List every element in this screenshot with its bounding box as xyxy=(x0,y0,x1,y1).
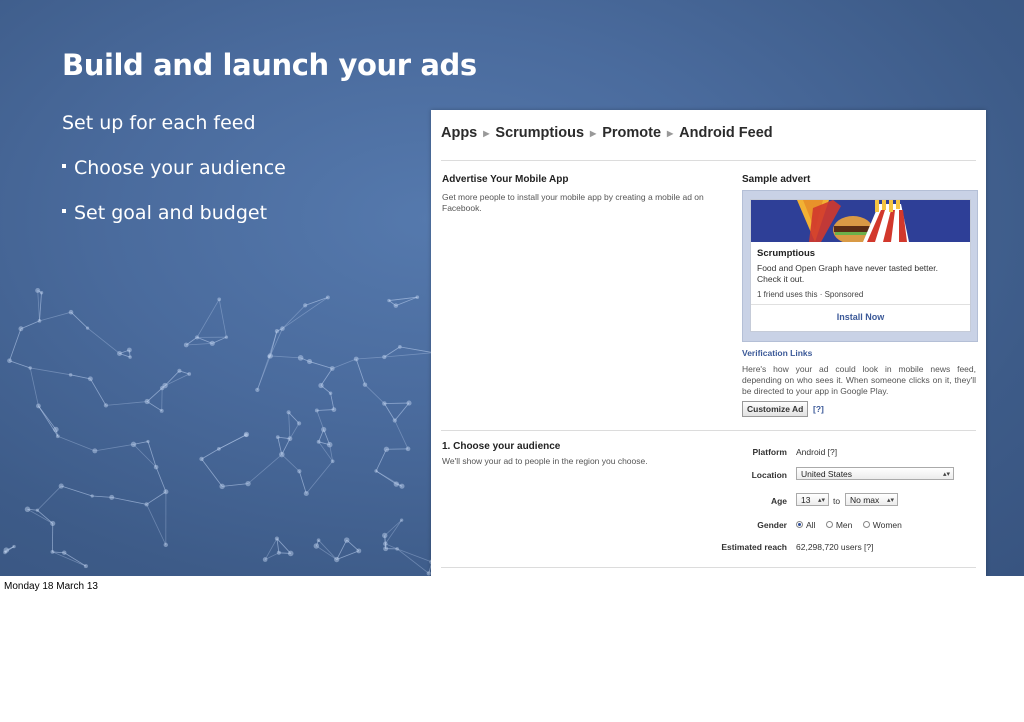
age-min-select[interactable]: 13 ▴▾ xyxy=(796,493,829,506)
estimated-reach-value: 62,298,720 users [?] xyxy=(796,542,874,552)
help-link[interactable]: [?] xyxy=(813,404,824,414)
platform-label: Platform xyxy=(752,447,787,457)
gender-option-women[interactable]: Women xyxy=(862,520,902,530)
select-arrows-icon: ▴▾ xyxy=(886,497,894,504)
ad-preview-card: Scrumptious Food and Open Graph have nev… xyxy=(750,199,971,332)
radio-icon xyxy=(825,521,833,529)
slide-subtitle: Set up for each feed xyxy=(62,112,256,134)
breadcrumb-scrumptious[interactable]: Scrumptious xyxy=(495,125,584,141)
slide-footer-date: Monday 18 March 13 xyxy=(4,581,98,592)
advertise-heading: Advertise Your Mobile App xyxy=(442,174,569,185)
ad-text: Food and Open Graph have never tasted be… xyxy=(757,263,938,284)
platform-value: Android [?] xyxy=(796,447,838,457)
age-label: Age xyxy=(770,496,787,506)
ad-social-context: 1 friend uses this · Sponsored xyxy=(757,290,864,299)
gender-label: Gender xyxy=(757,520,787,530)
choose-audience-text: We'll show your ad to people in the regi… xyxy=(442,456,648,466)
chevron-right-icon: ▶ xyxy=(483,128,490,138)
ad-image xyxy=(751,200,970,242)
customize-ad-button[interactable]: Customize Ad xyxy=(742,401,809,417)
advertise-text: Get more people to install your mobile a… xyxy=(442,192,704,213)
bullet-item: Set goal and budget xyxy=(62,202,267,224)
location-label: Location xyxy=(751,470,787,480)
food-illustration-icon xyxy=(751,200,970,242)
sample-advert-heading: Sample advert xyxy=(742,174,811,185)
gender-radio-group: All Men Women xyxy=(796,520,902,530)
bullet-item: Choose your audience xyxy=(62,157,286,179)
location-select[interactable]: United States ▴▾ xyxy=(796,467,954,480)
sample-advert-description: Here's how your ad could look in mobile … xyxy=(742,364,976,396)
estimated-reach-label: Estimated reach xyxy=(721,542,787,552)
choose-audience-heading: 1. Choose your audience xyxy=(442,441,561,452)
slide-background: Build and launch your ads Set up for eac… xyxy=(0,0,1024,576)
radio-selected-icon xyxy=(796,521,803,529)
select-arrows-icon: ▴▾ xyxy=(942,471,950,478)
gender-option-men[interactable]: Men xyxy=(825,520,852,530)
divider xyxy=(441,430,976,431)
breadcrumb: Apps ▶ Scrumptious ▶ Promote ▶ Android Feed xyxy=(441,125,773,141)
age-to-text: to xyxy=(833,496,841,506)
age-max-select[interactable]: No max ▴▾ xyxy=(845,493,898,506)
radio-icon xyxy=(862,521,870,529)
install-now-button[interactable]: Install Now xyxy=(751,312,970,322)
verification-links-link[interactable]: Verification Links xyxy=(742,348,812,358)
slide-title: Build and launch your ads xyxy=(62,48,477,82)
divider xyxy=(441,160,976,161)
breadcrumb-apps[interactable]: Apps xyxy=(441,125,477,141)
chevron-right-icon: ▶ xyxy=(667,128,674,138)
ad-title: Scrumptious xyxy=(757,248,816,259)
bullet-icon xyxy=(62,208,66,213)
select-arrows-icon: ▴▾ xyxy=(817,497,825,504)
breadcrumb-android-feed: Android Feed xyxy=(679,125,773,141)
chevron-right-icon: ▶ xyxy=(590,128,597,138)
gender-option-all[interactable]: All xyxy=(796,520,815,530)
divider xyxy=(751,304,970,305)
bullet-icon xyxy=(62,163,66,168)
divider xyxy=(441,567,976,568)
facebook-ads-screenshot: Apps ▶ Scrumptious ▶ Promote ▶ Android Feed Ad… xyxy=(431,110,986,576)
sample-advert-frame: Scrumptious Food and Open Graph have nev… xyxy=(742,190,978,342)
breadcrumb-promote[interactable]: Promote xyxy=(602,125,661,141)
